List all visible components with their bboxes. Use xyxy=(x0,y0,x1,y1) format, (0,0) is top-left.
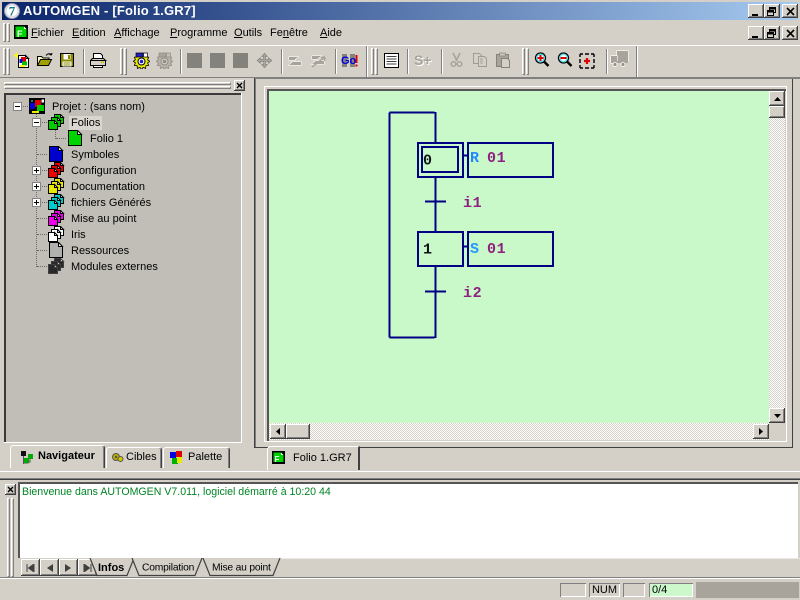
svg-text:F: F xyxy=(17,29,23,39)
svg-text:i1: i1 xyxy=(463,195,482,212)
svg-text:i2: i2 xyxy=(463,285,482,302)
svg-text:Mise au point: Mise au point xyxy=(212,563,271,574)
svg-text:0: 0 xyxy=(423,153,433,170)
svg-text:7: 7 xyxy=(9,4,16,19)
svg-text:1: 1 xyxy=(423,242,433,259)
svg-text:Go: Go xyxy=(341,55,357,67)
svg-text:01: 01 xyxy=(487,150,506,167)
svg-text:S: S xyxy=(470,241,480,258)
svg-text:Infos: Infos xyxy=(98,562,124,574)
svg-text:Compilation: Compilation xyxy=(142,563,195,574)
svg-text:01: 01 xyxy=(487,241,506,258)
svg-text:R: R xyxy=(470,150,480,167)
svg-text:F: F xyxy=(275,455,280,464)
